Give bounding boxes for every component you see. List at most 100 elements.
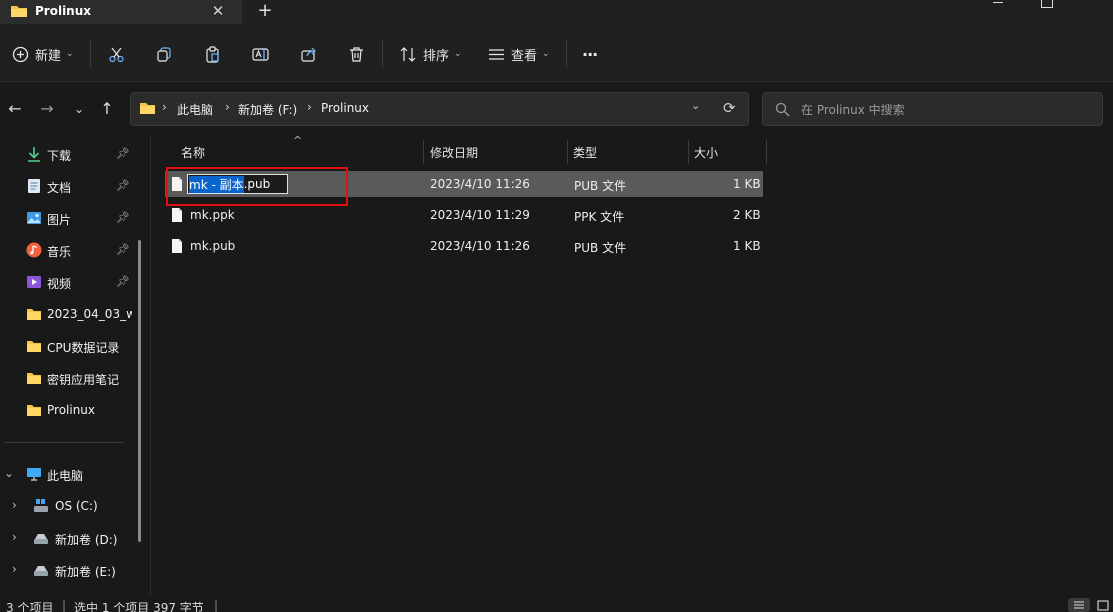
file-modified: 2023/4/10 11:26	[430, 239, 530, 253]
music-icon	[26, 242, 42, 258]
video-icon	[27, 276, 41, 288]
chevron-right-icon[interactable]: ›	[12, 530, 17, 544]
search-box[interactable]	[762, 92, 1103, 126]
new-label: 新建	[35, 48, 62, 64]
folder-icon	[10, 4, 28, 21]
column-header-modified[interactable]: 修改日期	[424, 136, 567, 164]
delete-button[interactable]	[348, 42, 365, 66]
pin-icon[interactable]: 📌︎	[116, 179, 130, 192]
maximize-button[interactable]	[1023, 0, 1069, 14]
up-arrow-icon[interactable]: ↑	[96, 98, 118, 120]
sidebar-item-label: 密钥应用笔记	[47, 373, 120, 387]
file-size: 2 KB	[733, 208, 761, 222]
sidebar-item-drive-d[interactable]: › 新加卷 (D:)	[0, 524, 140, 552]
column-header-name[interactable]: 名称	[165, 136, 423, 164]
breadcrumb-separator-icon: ›	[307, 100, 312, 114]
drive-icon	[34, 534, 48, 544]
sort-icon	[400, 46, 416, 62]
copy-button[interactable]	[156, 42, 173, 66]
sidebar-item-folder-cpu[interactable]: CPU数据记录	[0, 332, 140, 360]
command-bar: 新建 ⌄ 排序 ⌄ 查看 ⌄ ···	[0, 24, 1113, 82]
paste-button[interactable]	[204, 42, 221, 66]
recent-locations-chevron-icon[interactable]: ⌄	[68, 98, 90, 120]
sidebar-item-music[interactable]: 音乐 📌︎	[0, 236, 140, 264]
navigation-bar: ← → ⌄ ↑ › 此电脑 › 新加卷 (F:) › Prolinux ⌄ ⟳	[0, 82, 1113, 136]
tab-prolinux[interactable]: Prolinux ✕	[0, 0, 242, 24]
forward-arrow-icon[interactable]: →	[36, 98, 58, 120]
sidebar-item-folder-2023-04-03[interactable]: 2023_04_03_we	[0, 300, 140, 328]
back-arrow-icon[interactable]: ←	[4, 98, 26, 120]
sidebar-item-drive-e[interactable]: › 新加卷 (E:)	[0, 556, 140, 584]
chevron-down-icon: ⌄	[66, 49, 74, 59]
scissors-icon	[109, 47, 124, 62]
toolbar-divider	[566, 40, 567, 68]
address-history-chevron-icon[interactable]: ⌄	[691, 99, 700, 112]
sidebar-item-folder-prolinux[interactable]: Prolinux	[0, 396, 140, 424]
status-selection: 选中 1 个项目 397 字节	[74, 601, 204, 612]
minimize-button[interactable]	[975, 0, 1021, 14]
sidebar-item-this-pc[interactable]: ⌄ 此电脑	[0, 460, 140, 488]
download-icon	[28, 147, 40, 162]
sidebar-item-label: 音乐	[47, 245, 72, 259]
sidebar-scrollbar[interactable]	[138, 240, 141, 542]
sidebar-divider	[4, 442, 124, 443]
column-modified-label: 修改日期	[430, 146, 479, 160]
chevron-down-icon: ⌄	[542, 49, 550, 59]
share-button[interactable]	[300, 42, 317, 66]
os-drive-icon	[34, 499, 48, 512]
sidebar-item-videos[interactable]: 视频 📌︎	[0, 268, 140, 296]
file-icon	[172, 239, 182, 253]
address-bar[interactable]: › 此电脑 › 新加卷 (F:) › Prolinux ⌄ ⟳	[130, 92, 749, 126]
view-button[interactable]: 查看 ⌄	[488, 42, 550, 66]
folder-icon	[27, 373, 41, 384]
highlight-annotation-box	[166, 167, 348, 206]
close-tab-icon[interactable]: ✕	[210, 2, 226, 20]
new-tab-button[interactable]: +	[256, 0, 274, 22]
chevron-right-icon[interactable]: ›	[12, 498, 17, 512]
breadcrumb-this-pc[interactable]: 此电脑	[177, 101, 213, 118]
rename-icon	[252, 47, 269, 61]
pin-icon[interactable]: 📌︎	[116, 243, 130, 256]
pin-icon[interactable]: 📌︎	[116, 147, 130, 160]
column-header-type[interactable]: 类型	[568, 136, 688, 164]
file-size: 1 KB	[733, 177, 761, 191]
column-divider[interactable]	[766, 140, 767, 164]
pin-icon[interactable]: 📌︎	[116, 211, 130, 224]
sidebar-item-pictures[interactable]: 图片 📌︎	[0, 204, 140, 232]
cut-button[interactable]	[108, 42, 125, 66]
chevron-down-icon[interactable]: ⌄	[4, 466, 14, 480]
rename-button[interactable]	[252, 42, 270, 66]
breadcrumb-prolinux[interactable]: Prolinux	[321, 101, 369, 115]
more-options-button[interactable]: ···	[582, 42, 598, 66]
tab-title: Prolinux	[35, 4, 92, 18]
file-modified: 2023/4/10 11:29	[430, 208, 530, 222]
view-list-icon	[489, 48, 504, 60]
column-size-label: 大小	[694, 146, 719, 160]
chevron-right-icon[interactable]: ›	[12, 562, 17, 576]
clipboard-icon	[206, 45, 219, 63]
sidebar-item-label: 2023_04_03_we	[47, 307, 132, 321]
details-view-icon[interactable]	[1068, 598, 1090, 612]
sort-label: 排序	[423, 48, 450, 64]
pin-icon[interactable]: 📌︎	[116, 275, 130, 288]
status-divider: |	[62, 599, 67, 612]
folder-icon	[27, 405, 41, 416]
sidebar-item-downloads[interactable]: 下载 📌︎	[0, 140, 140, 168]
share-icon	[301, 47, 316, 62]
tiles-view-icon[interactable]	[1092, 598, 1113, 612]
sidebar-item-documents[interactable]: 文档 📌︎	[0, 172, 140, 200]
close-window-button[interactable]	[1068, 0, 1113, 14]
sidebar-item-drive-c[interactable]: › OS (C:)	[0, 492, 140, 520]
navigation-pane: 下载 📌︎ 文档 📌︎ 图片 📌︎ 音乐 📌︎ 视频 📌︎ 2023_04_03…	[0, 136, 146, 596]
toolbar-divider	[90, 40, 91, 68]
sidebar-item-folder-keys[interactable]: 密钥应用笔记	[0, 364, 140, 392]
breadcrumb-drive-f[interactable]: 新加卷 (F:)	[238, 101, 297, 118]
file-row[interactable]: mk.pub 2023/4/10 11:26 PUB 文件 1 KB	[165, 233, 763, 259]
search-input[interactable]	[801, 101, 1091, 119]
sort-button[interactable]: 排序 ⌄	[400, 42, 462, 66]
computer-icon	[27, 468, 41, 481]
new-button[interactable]: 新建 ⌄	[12, 42, 74, 66]
column-header-size[interactable]: 大小	[689, 136, 766, 164]
sidebar-item-label: OS (C:)	[55, 499, 98, 513]
refresh-icon[interactable]: ⟳	[723, 99, 736, 117]
